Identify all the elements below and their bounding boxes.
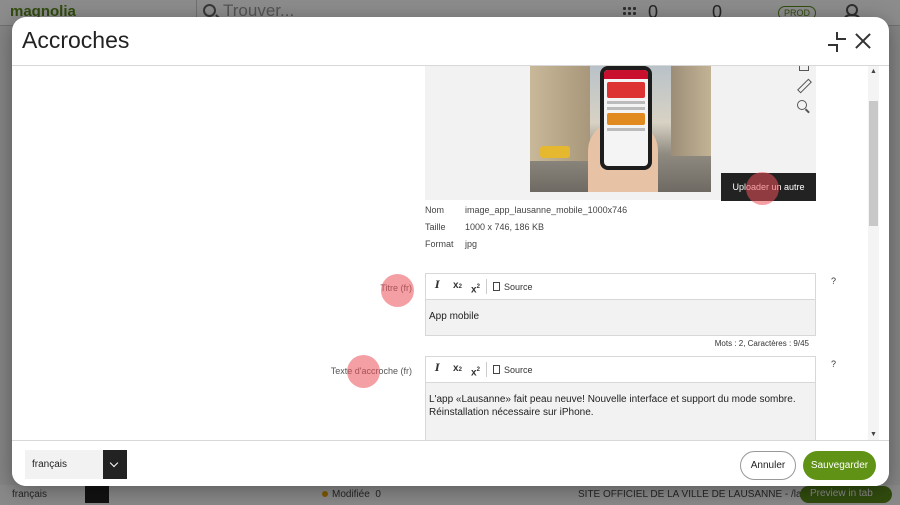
superscript-button[interactable]: x2	[471, 363, 480, 378]
dialog-title: Accroches	[22, 27, 130, 53]
subscript-mark: 2	[458, 367, 462, 373]
source-button[interactable]: Source	[493, 365, 533, 375]
subscript-mark: 2	[458, 284, 462, 290]
titre-label: Titre (fr)	[380, 283, 412, 293]
toolbar-separator	[486, 279, 487, 294]
image-preview-panel: Uploader un autre	[425, 66, 816, 201]
texte-input[interactable]: L'app «Lausanne» fait peau neuve! Nouvel…	[426, 383, 815, 440]
close-icon[interactable]	[855, 33, 871, 49]
meta-value: image_app_lausanne_mobile_1000x746	[465, 205, 628, 215]
titre-editor: I x2 x2 Source App mobile	[425, 273, 816, 336]
titre-toolbar: I x2 x2 Source	[426, 274, 815, 300]
subscript-button[interactable]: x2	[453, 280, 462, 291]
vertical-scrollbar[interactable]: ▲ ▼	[868, 66, 879, 440]
save-button[interactable]: Sauvegarder	[803, 451, 876, 480]
texte-label: Texte d'accroche (fr)	[330, 366, 412, 376]
zoom-icon[interactable]	[796, 99, 810, 113]
upload-another-button[interactable]: Uploader un autre	[721, 173, 816, 201]
source-label: Source	[504, 282, 533, 292]
italic-button[interactable]: I	[435, 363, 440, 374]
subscript-button[interactable]: x2	[453, 363, 462, 374]
scroll-down-icon[interactable]: ▼	[870, 431, 877, 438]
titre-help-icon[interactable]: ?	[831, 276, 836, 286]
superscript-mark: 2	[476, 284, 480, 290]
scroll-up-icon[interactable]: ▲	[870, 68, 877, 75]
cancel-button[interactable]: Annuler	[740, 451, 796, 480]
dialog-header: Accroches	[12, 17, 889, 66]
source-label: Source	[504, 365, 533, 375]
source-icon	[493, 365, 500, 374]
dialog-body: Uploader un autre Nom image_app_lausanne…	[12, 66, 889, 440]
collapse-icon[interactable]	[827, 32, 847, 52]
texte-help-icon[interactable]: ?	[831, 359, 836, 369]
scroll-thumb[interactable]	[869, 101, 878, 226]
meta-key: Nom	[425, 205, 445, 215]
texte-toolbar: I x2 x2 Source	[426, 357, 815, 383]
dialog-footer: français Annuler Sauvegarder	[12, 440, 889, 486]
superscript-button[interactable]: x2	[471, 280, 480, 295]
edit-pencil-icon[interactable]	[796, 78, 810, 92]
texte-editor: I x2 x2 Source L'app «Lausanne» fait pea…	[425, 356, 816, 440]
source-icon	[493, 282, 500, 291]
meta-key: Format	[425, 239, 454, 249]
superscript-mark: 2	[476, 367, 480, 373]
language-select[interactable]: français	[25, 450, 103, 479]
meta-value: 1000 x 746, 186 KB	[465, 222, 545, 232]
italic-button[interactable]: I	[435, 280, 440, 291]
chevron-down-icon[interactable]	[103, 450, 127, 479]
meta-value: jpg	[465, 239, 478, 249]
titre-counter: Mots : 2, Caractères : 9/45	[714, 339, 809, 348]
image-thumbnail	[530, 66, 711, 192]
dialog: Accroches Uploader un autre Nom image_ap…	[12, 17, 889, 486]
source-button[interactable]: Source	[493, 282, 533, 292]
toolbar-separator	[486, 362, 487, 377]
meta-key: Taille	[425, 222, 446, 232]
titre-input[interactable]: App mobile	[426, 300, 815, 335]
